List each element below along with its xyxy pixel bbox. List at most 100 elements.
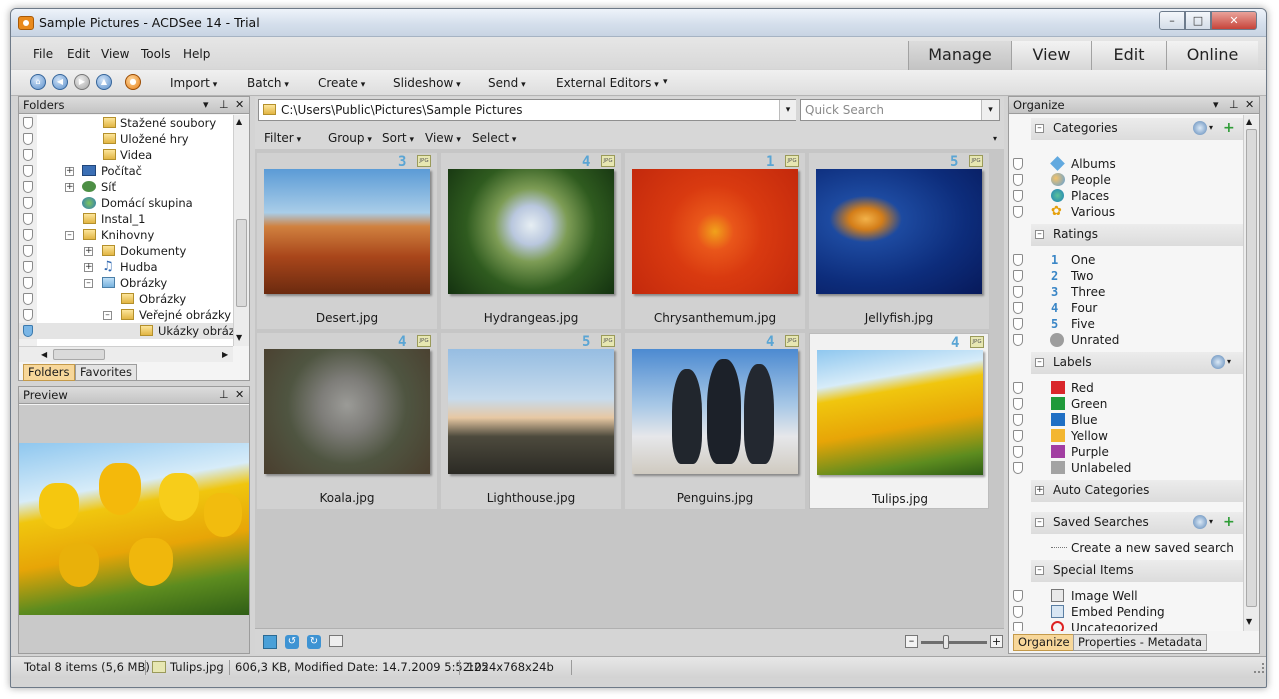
menu-help[interactable]: Help [183, 47, 210, 61]
external-editors-menu[interactable]: External Editors [556, 76, 659, 90]
panel-close-icon[interactable]: ✕ [235, 387, 244, 403]
batch-menu[interactable]: Batch [247, 76, 289, 90]
ratings-section[interactable]: – Ratings [1031, 224, 1243, 246]
rating-five[interactable]: 5 Five [1009, 316, 1243, 332]
tab-favorites[interactable]: Favorites [75, 364, 137, 381]
label-green[interactable]: Green [1009, 396, 1243, 412]
status-dimensions: 1024x768x24b [467, 660, 554, 674]
auto-categories-section[interactable]: + Auto Categories [1031, 480, 1243, 502]
labels-section[interactable]: – Labels ▾ [1031, 352, 1243, 374]
import-menu[interactable]: Import [170, 76, 217, 90]
special-items-section[interactable]: – Special Items [1031, 560, 1243, 582]
close-button[interactable]: ✕ [1211, 11, 1257, 30]
thumbnail[interactable]: 4 JPG Penguins.jpg [625, 333, 805, 509]
thumb-image-chrysanthemum [632, 169, 798, 294]
rotate-left-icon[interactable]: ↺ [285, 635, 299, 649]
acdsee-icon[interactable]: ● [125, 74, 141, 90]
mode-view[interactable]: View [1011, 41, 1091, 71]
create-saved-search-link[interactable]: Create a new saved search [1009, 540, 1243, 556]
mode-online[interactable]: Online [1166, 41, 1258, 71]
label-unlabeled[interactable]: Unlabeled [1009, 460, 1243, 476]
rating-one[interactable]: 1 One [1009, 252, 1243, 268]
panel-menu-icon[interactable]: ▾ [203, 97, 209, 113]
compare-icon[interactable] [329, 635, 343, 647]
preview-area [19, 405, 249, 653]
pin-icon[interactable]: ⊥ [1229, 97, 1239, 113]
thumbnail[interactable]: 4 JPG Hydrangeas.jpg [441, 153, 621, 329]
label-purple[interactable]: Purple [1009, 444, 1243, 460]
menu-view[interactable]: View [101, 47, 129, 61]
rating-two[interactable]: 2 Two [1009, 268, 1243, 284]
sort-menu[interactable]: Sort [382, 131, 414, 145]
thumb-size-slider[interactable] [921, 641, 987, 644]
rating-four[interactable]: 4 Four [1009, 300, 1243, 316]
category-places[interactable]: Places [1009, 188, 1243, 204]
rating-three[interactable]: 3 Three [1009, 284, 1243, 300]
maximize-button[interactable]: □ [1185, 11, 1211, 30]
up-icon[interactable]: ▲ [96, 74, 112, 90]
gear-icon [1211, 355, 1225, 369]
minimize-button[interactable]: – [1159, 11, 1185, 30]
preview-image-tulips [19, 443, 249, 615]
path-dropdown-icon[interactable]: ▾ [779, 100, 796, 120]
category-various[interactable]: ✿ Various [1009, 204, 1243, 220]
forward-icon[interactable]: ▶ [74, 74, 90, 90]
tab-organize[interactable]: Organize [1013, 634, 1075, 651]
select-menu[interactable]: Select [472, 131, 516, 145]
category-people[interactable]: People [1009, 172, 1243, 188]
categories-section[interactable]: – Categories ▾ + [1031, 118, 1243, 140]
slideshow-icon[interactable] [263, 635, 277, 649]
special-embed-pending[interactable]: Embed Pending [1009, 604, 1243, 620]
thumbnail-selected[interactable]: 4 JPG Tulips.jpg [809, 333, 989, 509]
label-red[interactable]: Red [1009, 380, 1243, 396]
special-uncategorized[interactable]: Uncategorized [1009, 620, 1243, 631]
zoom-in-icon[interactable]: + [990, 635, 1003, 648]
toolbar-overflow-icon[interactable]: ▾ [663, 77, 668, 87]
mode-edit[interactable]: Edit [1091, 41, 1166, 71]
menu-edit[interactable]: Edit [67, 47, 90, 61]
panel-close-icon[interactable]: ✕ [235, 97, 244, 113]
resize-grip-icon[interactable] [1254, 663, 1264, 673]
thumbnail[interactable]: 5 JPG Lighthouse.jpg [441, 333, 621, 509]
thumbnail[interactable]: 3 JPG Desert.jpg [257, 153, 437, 329]
tab-properties-metadata[interactable]: Properties - Metadata [1073, 634, 1208, 651]
thumbnail[interactable]: 4 JPG Koala.jpg [257, 333, 437, 509]
slideshow-menu[interactable]: Slideshow [393, 76, 461, 90]
rotate-right-icon[interactable]: ↻ [307, 635, 321, 649]
category-albums[interactable]: Albums [1009, 156, 1243, 172]
saved-searches-section[interactable]: – Saved Searches ▾ + [1031, 512, 1243, 534]
tree-row-selected[interactable]: Ukázky obrázků [19, 323, 233, 339]
home-icon[interactable]: ⌂ [30, 74, 46, 90]
menu-file[interactable]: File [33, 47, 53, 61]
folder-vscrollbar[interactable]: ▲ ▼ [233, 115, 249, 346]
send-menu[interactable]: Send [488, 76, 526, 90]
filter-menu[interactable]: Filter [264, 131, 301, 145]
panel-menu-icon[interactable]: ▾ [1213, 97, 1219, 113]
create-menu[interactable]: Create [318, 76, 365, 90]
path-field[interactable]: C:\Users\Public\Pictures\Sample Pictures… [258, 99, 796, 121]
back-icon[interactable]: ◀ [52, 74, 68, 90]
thumbnail[interactable]: 5 JPG Jellyfish.jpg [809, 153, 989, 329]
view-menu[interactable]: View [425, 131, 461, 145]
folder-hscrollbar[interactable]: ◀ ▶ [19, 346, 233, 362]
thumb-label: Koala.jpg [319, 491, 375, 505]
special-image-well[interactable]: Image Well [1009, 588, 1243, 604]
label-yellow[interactable]: Yellow [1009, 428, 1243, 444]
filterbar-overflow-icon[interactable]: ▾ [993, 134, 997, 143]
quick-search-box[interactable]: Quick Search ▾ [800, 99, 1000, 121]
label-blue[interactable]: Blue [1009, 412, 1243, 428]
title-bar: Sample Pictures - ACDSee 14 - Trial – □ … [11, 9, 1266, 37]
tab-folders[interactable]: Folders [23, 364, 75, 381]
panel-close-icon[interactable]: ✕ [1245, 97, 1254, 113]
organize-scrollbar[interactable]: ▲ ▼ [1243, 115, 1259, 631]
slider-handle[interactable] [943, 635, 949, 649]
menu-tools[interactable]: Tools [141, 47, 171, 61]
rating-unrated[interactable]: Unrated [1009, 332, 1243, 348]
mode-manage[interactable]: Manage [908, 41, 1011, 71]
zoom-out-icon[interactable]: – [905, 635, 918, 648]
pin-icon[interactable]: ⊥ [219, 97, 229, 113]
thumbnail[interactable]: 1 JPG Chrysanthemum.jpg [625, 153, 805, 329]
group-menu[interactable]: Group [328, 131, 372, 145]
search-dropdown-icon[interactable]: ▾ [981, 100, 999, 120]
pin-icon[interactable]: ⊥ [219, 387, 229, 403]
